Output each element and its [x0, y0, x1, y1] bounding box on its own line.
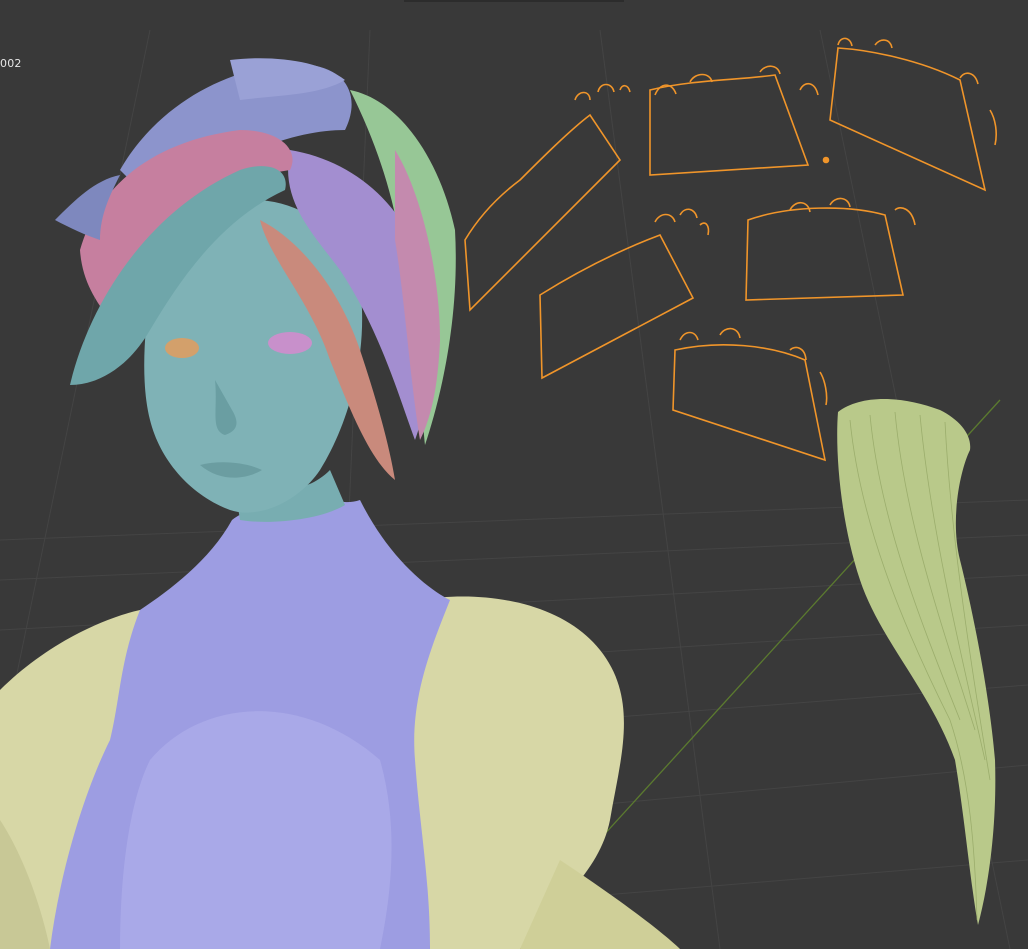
curve-guide-4[interactable] [539, 234, 695, 380]
object-name-label: 002 [0, 57, 22, 70]
curve-guide-6-tips [679, 327, 828, 406]
curve-guide-3[interactable] [829, 47, 987, 192]
curve-guide-6[interactable] [672, 344, 827, 462]
curve-guide-3-tips [837, 37, 997, 146]
curve-guide-5-tips [789, 197, 916, 226]
viewport-canvas[interactable] [0, 0, 1028, 949]
curve-guide-1[interactable] [464, 113, 622, 312]
eye-left [165, 338, 199, 358]
curve-guide-2-tips [654, 65, 819, 96]
hair-curve-guides[interactable] [464, 37, 997, 462]
curve-guide-1-tips [574, 83, 631, 101]
eye-right [268, 332, 312, 354]
3d-viewport[interactable]: 002 [0, 0, 1028, 949]
curve-guide-5[interactable] [745, 207, 904, 301]
active-origin-dot [822, 156, 830, 164]
curve-guide-4-tips [654, 208, 710, 236]
